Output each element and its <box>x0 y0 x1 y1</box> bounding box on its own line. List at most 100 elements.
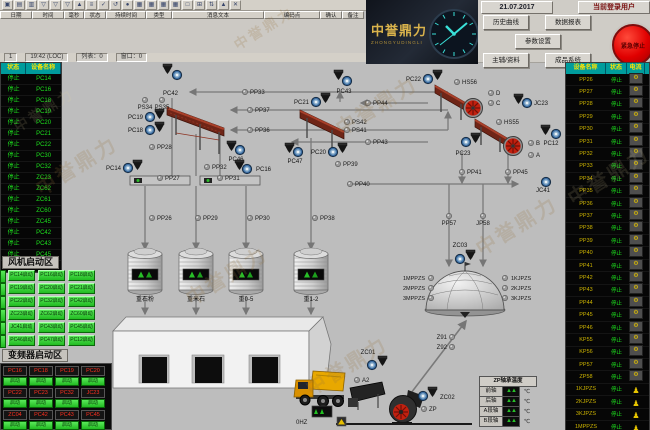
fan-start-button[interactable]: PC14启动 <box>8 270 35 281</box>
toolbar-icon[interactable]: □ <box>182 0 193 10</box>
toolbar-icon[interactable]: ▤ <box>14 0 25 10</box>
device-row[interactable]: 停止 ZC23 <box>1 173 61 184</box>
start-button-clipped[interactable] <box>0 335 6 348</box>
equipment-PC16[interactable]: PC16 <box>235 160 272 174</box>
vfd-start-button[interactable]: 启动 <box>3 399 27 409</box>
fan-start-button[interactable]: PC20启动 <box>38 283 65 294</box>
toolbar-icon[interactable]: ▦ <box>146 0 157 10</box>
alarm-column-header[interactable]: 确认 <box>320 11 342 19</box>
toolbar-icon[interactable]: ✓ <box>98 0 109 10</box>
fan-start-button[interactable]: PC47启动 <box>38 335 65 346</box>
vfd-start-button[interactable]: 启动 <box>29 399 53 409</box>
vfd-start-button[interactable]: 启动 <box>81 399 105 409</box>
device-row[interactable]: 停止 PC42 <box>1 228 61 239</box>
equipment-ZC03[interactable]: ZC03 <box>453 243 475 264</box>
equipment-PC21[interactable]: PC21 <box>294 93 330 107</box>
fan-start-button[interactable]: ZC62启动 <box>38 309 65 320</box>
vfd-start-button[interactable]: 启动 <box>29 377 53 387</box>
toolbar-icon[interactable]: ⇅ <box>206 0 217 10</box>
fan-start-button[interactable]: PC18启动 <box>68 270 95 281</box>
start-button-clipped[interactable] <box>0 270 6 283</box>
toolbar-icon[interactable]: ≡ <box>86 0 97 10</box>
alarm-column-header[interactable]: 日期 <box>0 11 32 19</box>
fan-start-button[interactable]: PC45启动 <box>68 322 95 333</box>
emergency-stop-button[interactable]: 紧急停止 <box>612 24 650 66</box>
device-row[interactable]: 1MPPZS 停止 ⚙ ♟ <box>566 421 649 430</box>
toolbar-icon[interactable]: ▲ <box>218 0 229 10</box>
start-button-clipped[interactable] <box>0 296 6 309</box>
equipment-PC12[interactable]: PC12 <box>541 125 561 147</box>
start-button-clipped[interactable] <box>0 309 6 322</box>
parameter-settings-button[interactable]: 参数设置 <box>515 34 561 49</box>
alarm-list-area[interactable] <box>0 19 366 54</box>
conveyor-3[interactable] <box>435 85 468 120</box>
alarm-column-header[interactable]: 状态 <box>84 11 106 19</box>
equipment-PC43[interactable]: PC43 <box>334 70 352 95</box>
current-indicator[interactable]: ⚙ ♟ <box>627 418 645 430</box>
toolbar-icon[interactable]: ● <box>122 0 133 10</box>
equipment-PC20[interactable]: PC20 <box>311 143 347 157</box>
toolbar-icon[interactable]: ▽ <box>50 0 61 10</box>
conveyor-2[interactable] <box>300 110 344 152</box>
vfd-start-button[interactable]: 启动 <box>55 399 79 409</box>
toolbar-icon[interactable]: ⊞ <box>194 0 205 10</box>
fan-start-button[interactable]: PC42启动 <box>68 296 95 307</box>
device-row[interactable]: 停止 PC22 <box>1 140 61 151</box>
silo-4[interactable]: 重1-2 <box>294 248 328 303</box>
device-row[interactable]: 停止 PC18 <box>1 96 61 107</box>
history-curve-button[interactable]: 历史曲线 <box>483 15 529 30</box>
data-report-button[interactable]: 数据报表 <box>545 15 591 30</box>
silo-2[interactable]: 重米石 <box>179 248 213 303</box>
toolbar-icon[interactable]: ▽ <box>62 0 73 10</box>
crusher-fan[interactable] <box>504 137 523 156</box>
crusher-fan[interactable] <box>464 99 483 118</box>
vibrating-feeder[interactable] <box>348 382 385 410</box>
toolbar-icon[interactable]: ▥ <box>26 0 37 10</box>
vfd-start-button[interactable]: 启动 <box>29 421 53 430</box>
device-row[interactable]: 停止 PC14 <box>1 74 61 85</box>
toolbar-icon[interactable]: ▦ <box>158 0 169 10</box>
fan-start-button[interactable]: PC16启动 <box>38 270 65 281</box>
equipment-PC42[interactable]: PC42 <box>163 64 182 97</box>
silo-1[interactable]: 重石粉 <box>128 248 162 303</box>
vfd-start-button[interactable]: 启动 <box>3 377 27 387</box>
fan-start-button[interactable]: PC12启动 <box>68 335 95 346</box>
equipment-PC14[interactable]: PC14 <box>106 160 142 173</box>
vfd-start-button[interactable]: 启动 <box>81 377 105 387</box>
device-row[interactable]: 停止 PC32 <box>1 162 61 173</box>
toolbar-icon[interactable]: ▦ <box>134 0 145 10</box>
fan-start-button[interactable]: ZC60启动 <box>68 309 95 320</box>
toolbar-icon[interactable]: ↺ <box>110 0 121 10</box>
alarm-column-header[interactable]: 时间 <box>32 11 64 19</box>
alarm-column-header[interactable]: 备注 <box>342 11 364 19</box>
equipment-ZC01[interactable]: ZC01 <box>361 350 387 370</box>
equipment-PC23[interactable]: PC23 <box>455 133 480 157</box>
alarm-column-header[interactable]: 消息文本 <box>172 11 264 19</box>
equipment-JC23[interactable]: JC23 <box>514 94 549 108</box>
alarm-column-header[interactable]: 类型 <box>146 11 172 19</box>
device-row[interactable]: 停止 PC20 <box>1 118 61 129</box>
device-row[interactable]: 停止 ZC45 <box>1 217 61 228</box>
device-row[interactable]: 停止 PC19 <box>1 107 61 118</box>
toolbar-icon[interactable]: ▲ <box>74 0 85 10</box>
fan-start-button[interactable]: PC21启动 <box>68 283 95 294</box>
toolbar-icon[interactable]: ▦ <box>170 0 181 10</box>
start-button-clipped[interactable] <box>0 322 6 335</box>
toolbar-icon[interactable]: ▣ <box>2 0 13 10</box>
equipment-PC47[interactable]: PC47 <box>285 143 303 165</box>
equipment-PC18[interactable]: PC18 <box>128 122 164 135</box>
silo-3[interactable]: 重0-5 <box>229 248 263 303</box>
device-row[interactable]: 停止 PC30 <box>1 151 61 162</box>
toolbar-icon[interactable]: ✕ <box>230 0 241 10</box>
start-button-clipped[interactable] <box>0 283 6 296</box>
vfd-start-button[interactable]: 启动 <box>55 377 79 387</box>
fan-start-button[interactable]: JC41启动 <box>8 322 35 333</box>
alarm-column-header[interactable]: 编码点 <box>264 11 320 19</box>
fan-start-button[interactable]: PC22启动 <box>8 296 35 307</box>
equipment-PC22[interactable]: PC22 <box>406 70 442 84</box>
device-row[interactable]: 停止 ZC61 <box>1 195 61 206</box>
device-row[interactable]: 停止 PC16 <box>1 85 61 96</box>
vfd-start-button[interactable]: 启动 <box>55 421 79 430</box>
fan-start-button[interactable]: ZC23启动 <box>8 309 35 320</box>
dome-stockpile[interactable] <box>425 262 505 318</box>
